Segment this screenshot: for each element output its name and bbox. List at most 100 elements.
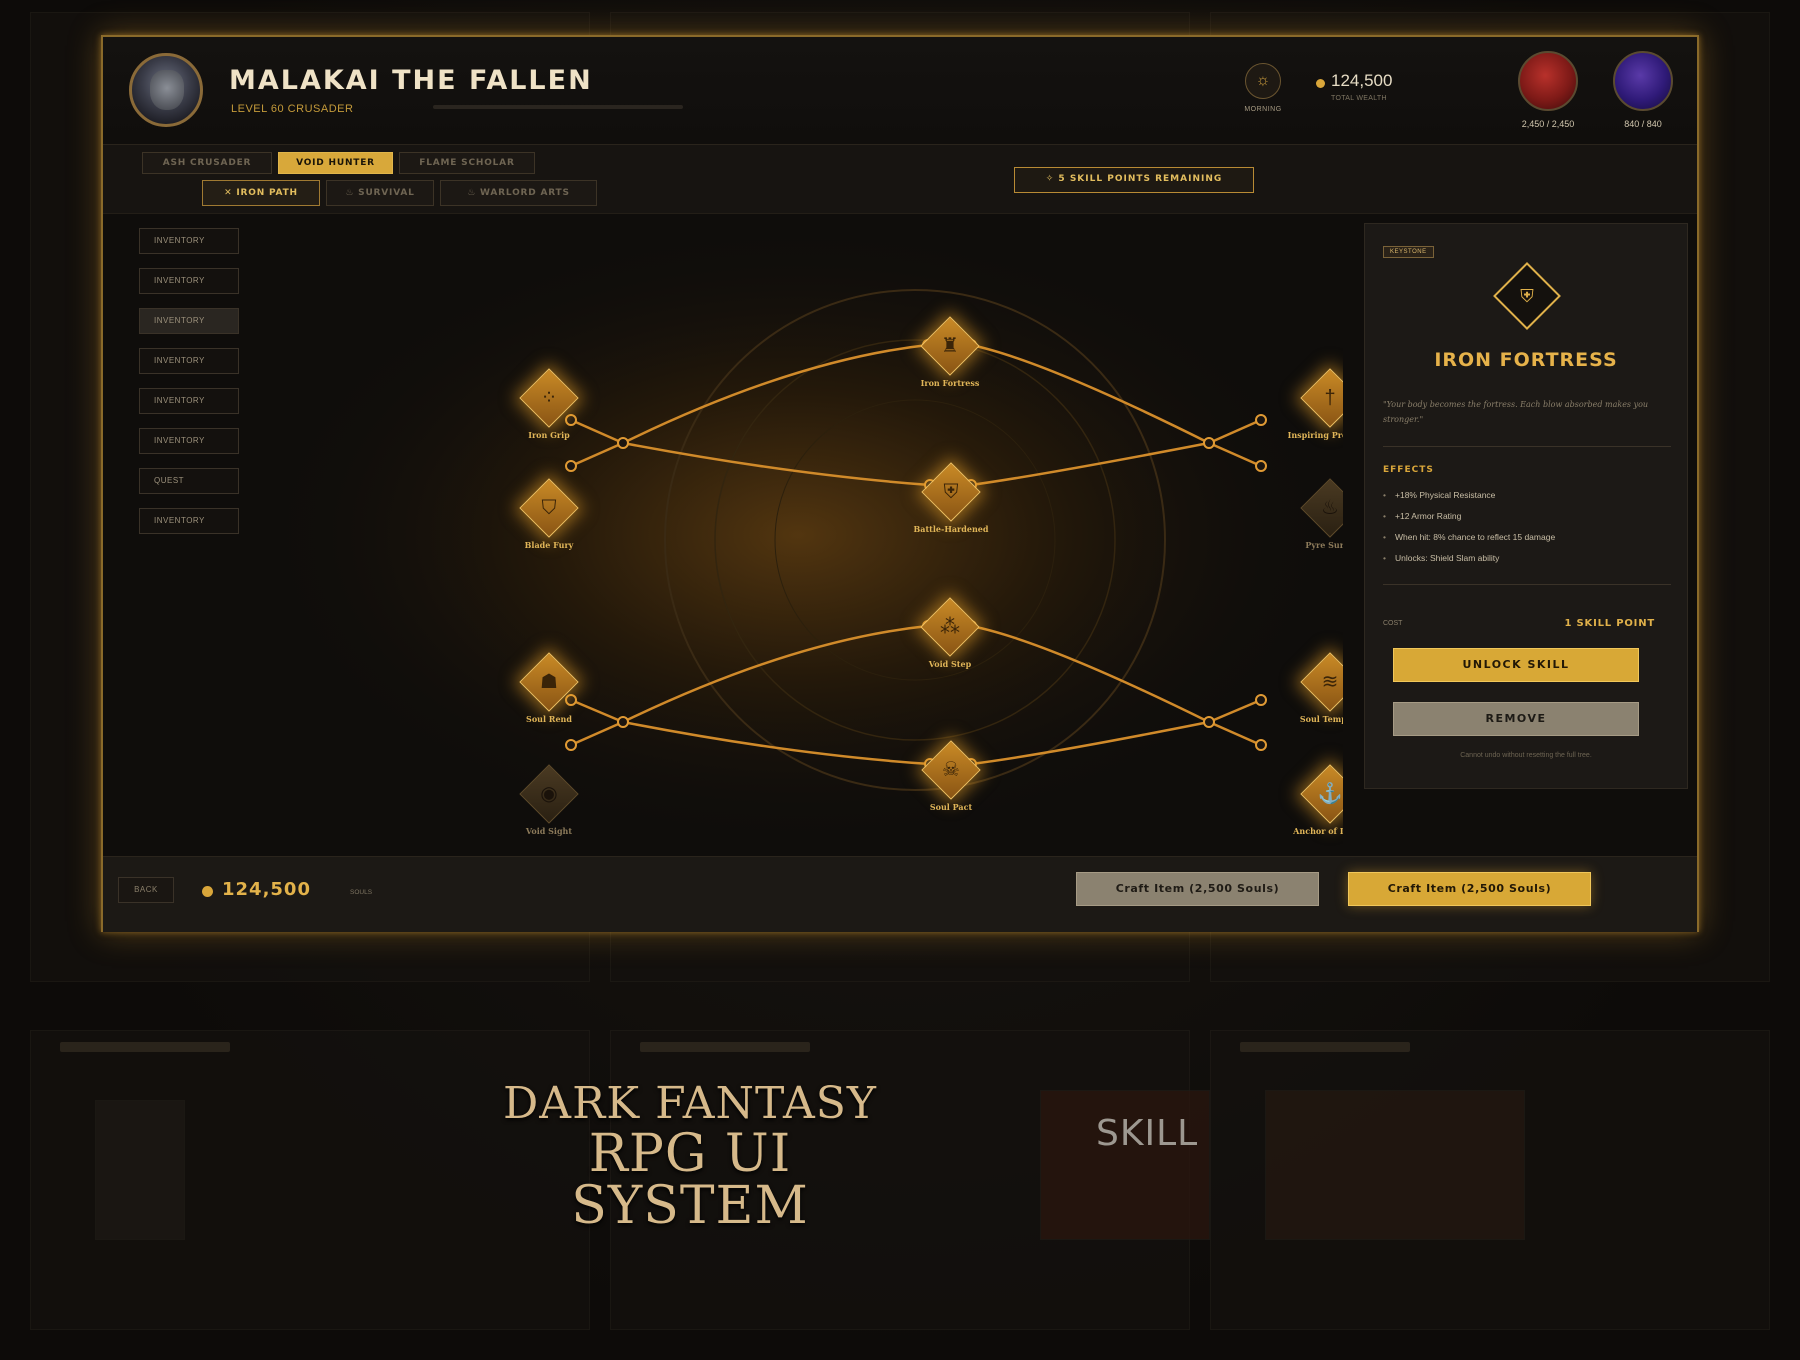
reset-warning: Cannot undo without resetting the full t… <box>1460 752 1592 759</box>
skull-icon: ☠ <box>942 759 960 781</box>
junction-dot <box>1255 694 1267 706</box>
flame-icon: ♨ <box>467 188 477 198</box>
tree-glow <box>253 220 1343 850</box>
skill-label: Void Step <box>928 659 972 669</box>
skill-node-soul-rend[interactable]: ☗ <box>519 652 579 712</box>
tab-tree-iron-path[interactable]: ✕ IRON PATH <box>202 180 320 206</box>
skill-node-anchor-of-dread[interactable]: ⚓ <box>1300 764 1343 824</box>
effect-item: When hit: 8% chance to reflect 15 damage <box>1383 532 1555 542</box>
tab-label: IRON PATH <box>236 188 298 198</box>
skill-detail-panel: KEYSTONE ⛨ IRON FORTRESS "Your body beco… <box>1364 223 1688 789</box>
wealth-value: 124,500 <box>1331 71 1393 90</box>
soul-icon <box>202 886 213 897</box>
craft-item-button-secondary[interactable]: Craft Item (2,500 Souls) <box>1076 872 1319 906</box>
tab-tree-warlord-arts[interactable]: ♨ WARLORD ARTS <box>440 180 597 206</box>
sidebar-item-inventory[interactable]: INVENTORY <box>139 388 239 414</box>
shield-icon: ⛨ <box>1520 286 1534 306</box>
ghost-bar <box>60 1042 230 1052</box>
skill-detail-icon: ⛨ <box>1493 262 1561 330</box>
junction-dot <box>1203 716 1215 728</box>
sidebar-item-inventory[interactable]: INVENTORY <box>139 268 239 294</box>
skill-node-iron-fortress[interactable]: ♜ <box>920 316 980 376</box>
character-name: MALAKAI THE FALLEN <box>229 65 593 96</box>
tab-class-flame-scholar[interactable]: FLAME SCHOLAR <box>399 152 535 174</box>
junction-dot <box>1255 460 1267 472</box>
tab-bar: ASH CRUSADER VOID HUNTER FLAME SCHOLAR ✕… <box>103 145 1697 214</box>
junction-dot <box>1203 437 1215 449</box>
wealth-label: TOTAL WEALTH <box>1331 95 1387 102</box>
ghost-bar <box>1240 1042 1410 1052</box>
ghost-icon: ☗ <box>540 671 558 693</box>
skill-label: Soul Rend <box>526 714 572 724</box>
health-value: 2,450 / 2,450 <box>1521 119 1575 129</box>
mana-orb <box>1613 51 1673 111</box>
skill-node-soul-tempest[interactable]: ≋ <box>1300 652 1343 712</box>
cost-label: COST <box>1383 620 1403 627</box>
junction-dot <box>617 716 629 728</box>
remove-skill-button[interactable]: REMOVE <box>1393 702 1639 736</box>
unlock-skill-button[interactable]: UNLOCK SKILL <box>1393 648 1639 682</box>
promo-section-label: SKILL <box>1096 1113 1199 1154</box>
skill-node-battle-hardened[interactable]: ⛨ <box>921 462 981 522</box>
skill-node-void-sight[interactable]: ◉ <box>519 764 579 824</box>
effect-item: +12 Armor Rating <box>1383 511 1461 521</box>
skill-node-void-step[interactable]: ⁂ <box>920 597 980 657</box>
effect-item: +18% Physical Resistance <box>1383 490 1495 500</box>
ghost-bar <box>640 1042 810 1052</box>
skill-points-text: 5 SKILL POINTS REMAINING <box>1058 174 1223 184</box>
skill-tree-window: MALAKAI THE FALLEN LEVEL 60 CRUSADER ☼ M… <box>101 35 1699 932</box>
skill-tree-canvas: ⁘ Iron Grip ⛉ Blade Fury ♜ Iron Fortress… <box>253 220 1343 850</box>
crossed-swords-icon: ✕ <box>224 188 233 198</box>
junction-dot <box>1255 739 1267 751</box>
anchor-icon: ⚓ <box>1317 783 1343 805</box>
sidebar-item-quest[interactable]: QUEST <box>139 468 239 494</box>
souls-label: SOULS <box>350 889 373 896</box>
skill-node-pyre-surge[interactable]: ♨ <box>1300 478 1343 538</box>
skill-label: Soul Pact <box>929 802 973 812</box>
sidebar-item-inventory[interactable]: INVENTORY <box>139 428 239 454</box>
skill-label: Battle-Hardened <box>913 524 989 534</box>
junction-dot <box>1255 414 1267 426</box>
skill-node-iron-grip[interactable]: ⁘ <box>519 368 579 428</box>
tab-tree-survival[interactable]: ♨ SURVIVAL <box>326 180 434 206</box>
sidebar-item-inventory[interactable]: INVENTORY <box>139 348 239 374</box>
skill-label: Pyre Surge <box>1305 540 1343 550</box>
cost-value: 1 SKILL POINT <box>1564 618 1655 629</box>
tower-icon: ♜ <box>941 335 959 357</box>
experience-bar <box>433 105 683 109</box>
tab-class-void-hunter[interactable]: VOID HUNTER <box>278 152 393 174</box>
skill-tree-content: INVENTORY INVENTORY INVENTORY INVENTORY … <box>103 214 1697 856</box>
avatar[interactable] <box>129 53 203 127</box>
skill-node-inspiring-presence[interactable]: † <box>1300 368 1343 428</box>
promo-line-1: DARK FANTASY <box>503 1078 877 1129</box>
sun-icon: ☼ <box>1245 63 1281 99</box>
back-button[interactable]: BACK <box>118 877 174 903</box>
skill-detail-title: IRON FORTRESS <box>1434 349 1618 371</box>
sidebar-item-inventory[interactable]: INVENTORY <box>139 508 239 534</box>
divider <box>1383 584 1671 585</box>
skill-node-soul-pact[interactable]: ☠ <box>921 740 981 800</box>
health-orb <box>1518 51 1578 111</box>
skill-node-blade-fury[interactable]: ⛉ <box>519 478 579 538</box>
sidebar-item-inventory[interactable]: INVENTORY <box>139 308 239 334</box>
skill-label: Iron Grip <box>528 430 570 440</box>
tab-class-ash-crusader[interactable]: ASH CRUSADER <box>142 152 272 174</box>
footsteps-icon: ⁂ <box>940 616 960 638</box>
sword-icon: † <box>1324 387 1336 409</box>
character-header: MALAKAI THE FALLEN LEVEL 60 CRUSADER ☼ M… <box>103 37 1697 145</box>
wind-icon: ≋ <box>1321 671 1339 693</box>
junction-dot <box>565 460 577 472</box>
skill-label: Anchor of Dread <box>1293 826 1343 836</box>
tab-label: WARLORD ARTS <box>480 188 570 198</box>
junction-dot <box>565 739 577 751</box>
ghost-panel <box>1265 1090 1525 1240</box>
flame-icon: ♨ <box>345 188 355 198</box>
eye-icon: ◉ <box>540 783 558 805</box>
effects-heading: EFFECTS <box>1383 465 1434 475</box>
souls-value: 124,500 <box>222 879 311 900</box>
craft-item-button-primary[interactable]: Craft Item (2,500 Souls) <box>1348 872 1591 906</box>
sidebar-item-inventory[interactable]: INVENTORY <box>139 228 239 254</box>
character-class: LEVEL 60 CRUSADER <box>231 103 354 115</box>
flame-icon: ♨ <box>1321 497 1339 519</box>
ghost-panel <box>95 1100 185 1240</box>
